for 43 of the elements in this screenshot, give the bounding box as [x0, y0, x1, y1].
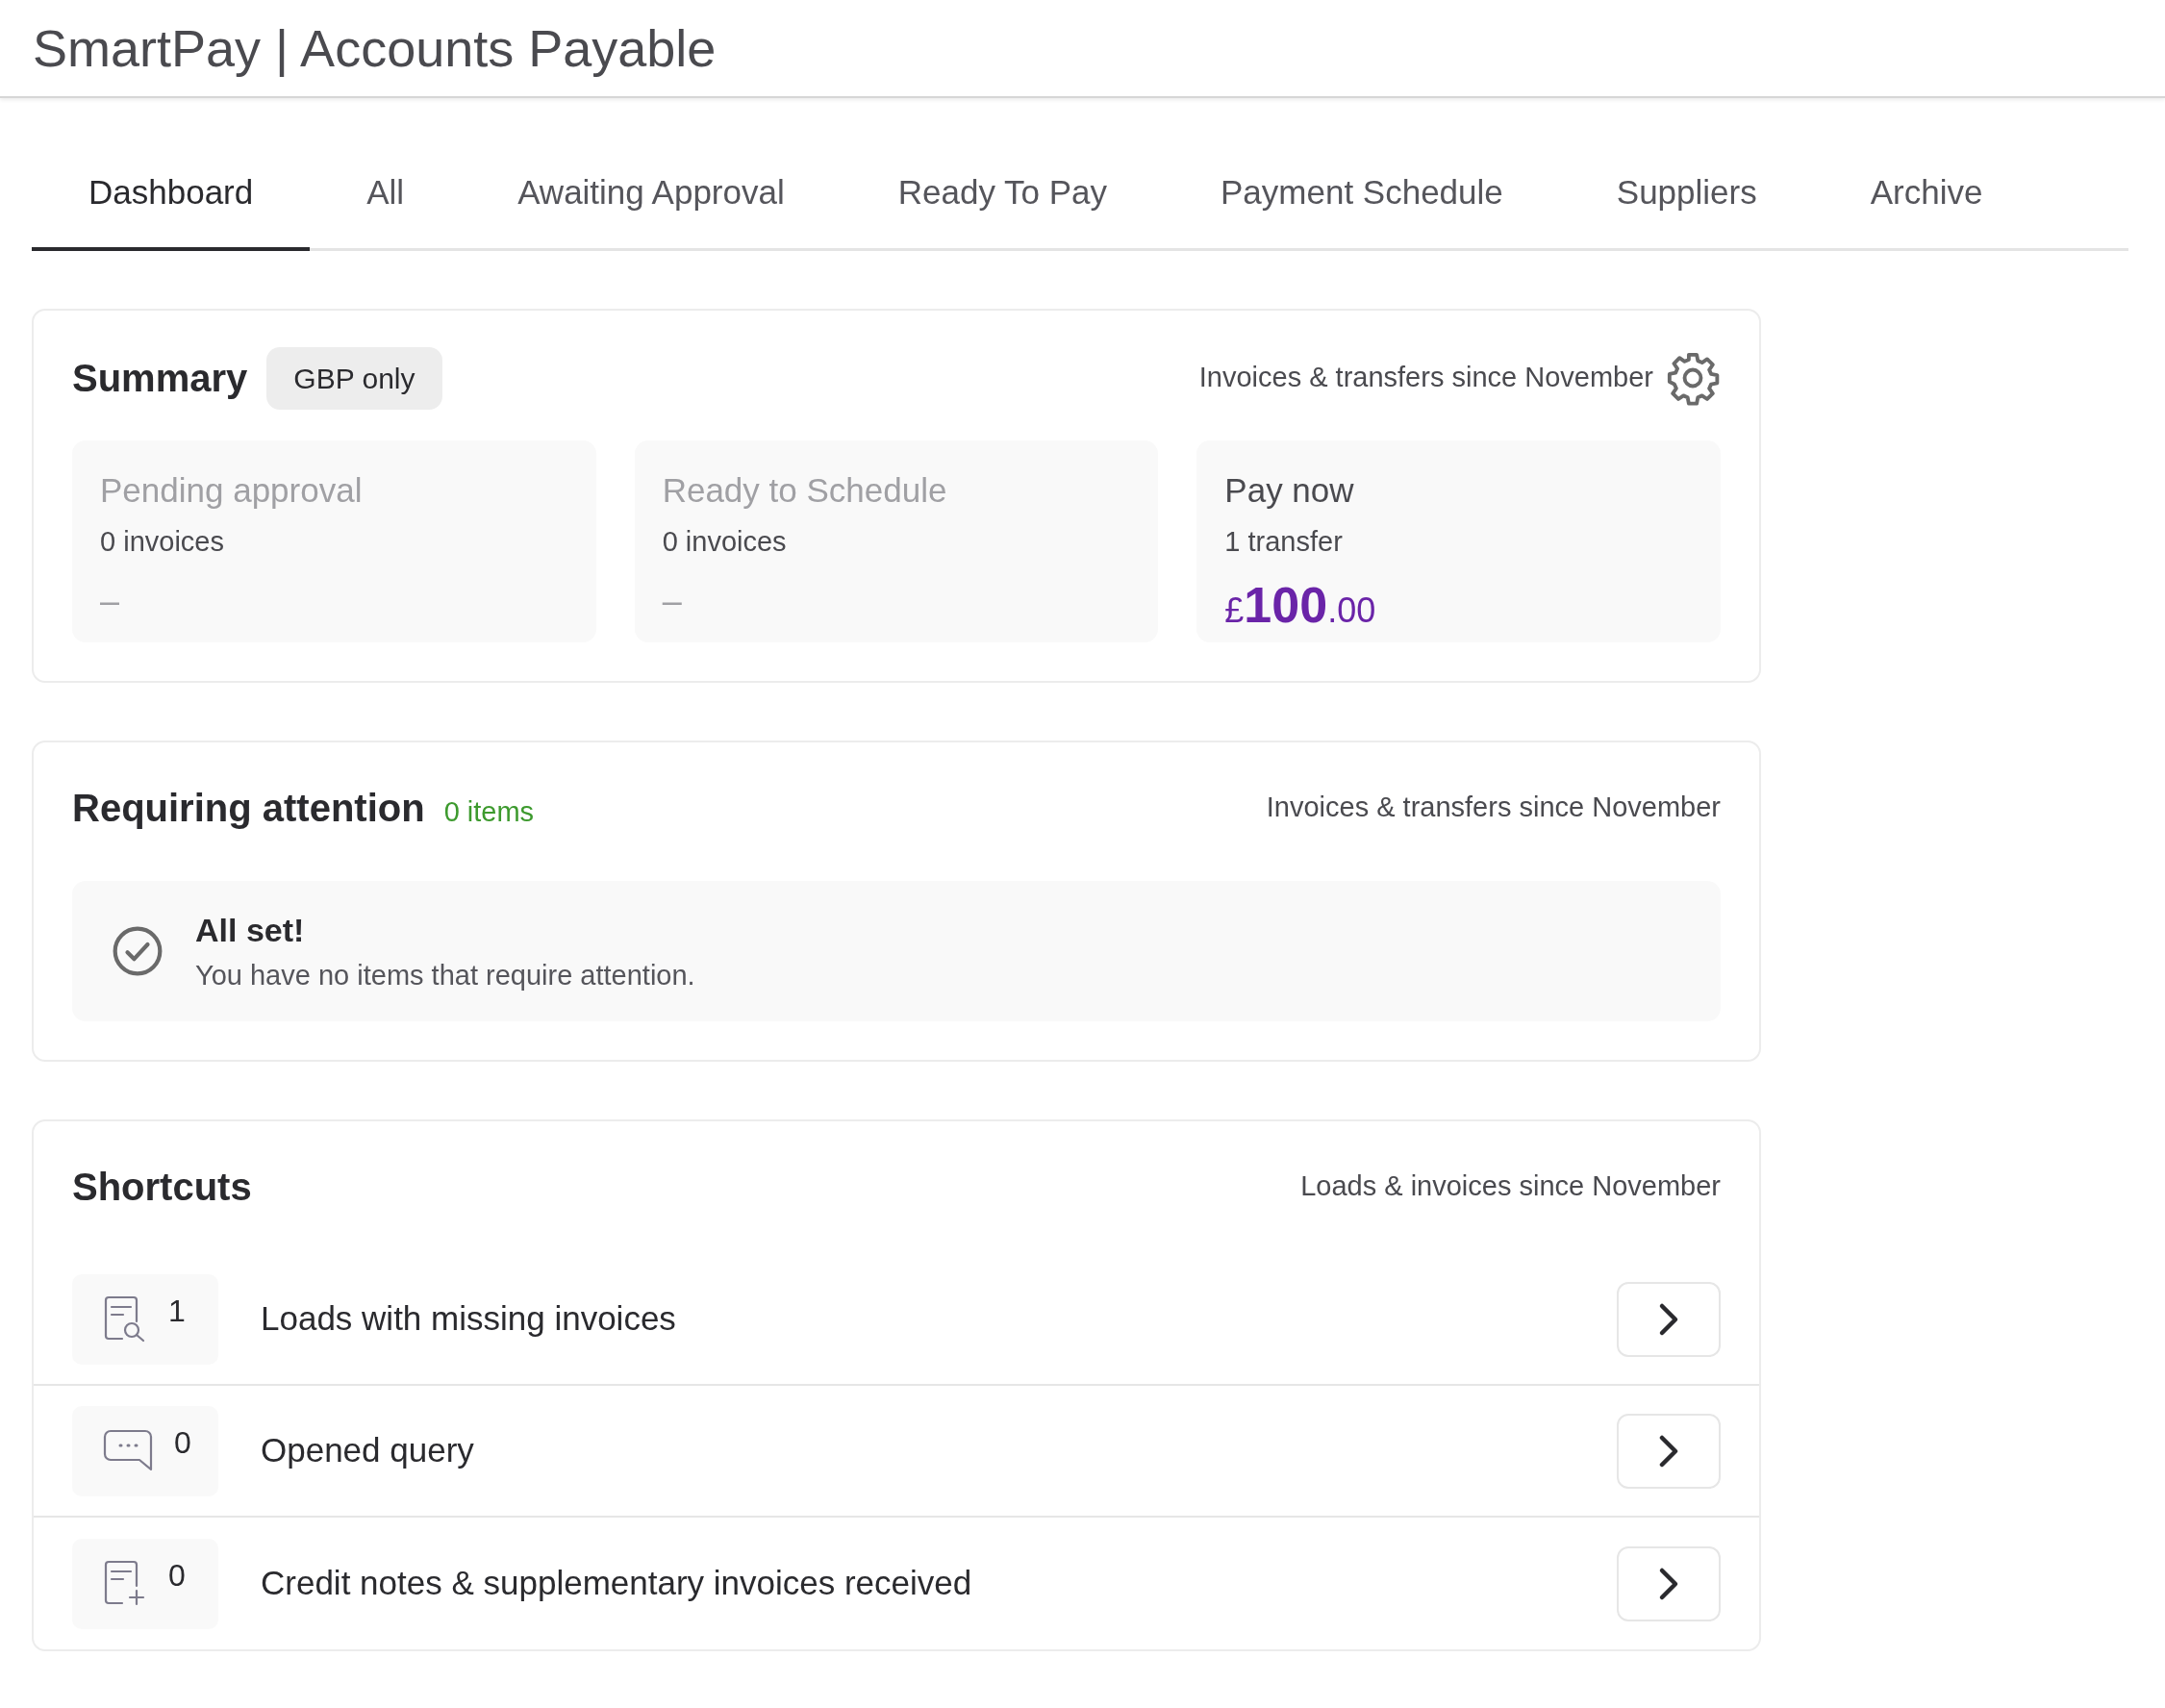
tile-title: Pending approval: [100, 469, 364, 511]
shortcuts-heading: Shortcuts: [72, 1165, 252, 1210]
chevron-right-icon: [1658, 1566, 1679, 1601]
summary-tile[interactable]: Pending approval 0 invoices –: [72, 440, 596, 642]
shortcut-count: 0: [168, 1556, 186, 1595]
date-range-note: Invoices & transfers since November: [1266, 790, 1721, 824]
summary-tile[interactable]: Ready to Schedule 0 invoices –: [634, 440, 1159, 642]
status-message: You have no items that require attention.: [195, 958, 695, 992]
tile-count: 1 transfer: [1224, 525, 1344, 559]
date-range-note: Invoices & transfers since November: [1198, 361, 1653, 395]
tile-title: Pay now: [1224, 469, 1355, 511]
tile-count: 0 invoices: [100, 525, 225, 559]
nav-tab[interactable]: All: [310, 158, 462, 251]
nav-tab[interactable]: Payment Schedule: [1164, 158, 1560, 251]
app-title: SmartPay | Accounts Payable: [33, 17, 717, 79]
summary-tile[interactable]: Pay now 1 transfer £100.00: [1196, 440, 1721, 642]
shortcut-count: 1: [168, 1292, 186, 1330]
summary-heading: Summary: [72, 356, 248, 401]
chevron-right-icon: [1658, 1301, 1679, 1337]
shortcut-label[interactable]: Opened query: [261, 1425, 1617, 1476]
item-count: 0 items: [443, 794, 535, 829]
nav-tab[interactable]: Ready To Pay: [841, 158, 1164, 251]
empty-dash: –: [100, 579, 120, 622]
status-title: All set!: [195, 910, 306, 950]
currency-badge: GBP only: [266, 346, 442, 410]
chevron-button[interactable]: [1617, 1413, 1721, 1489]
nav-tab[interactable]: Archive: [1813, 158, 2040, 251]
tile-title: Ready to Schedule: [662, 469, 948, 511]
chevron-button[interactable]: [1617, 1281, 1721, 1357]
shortcut-label[interactable]: Loads with missing invoices: [261, 1294, 1617, 1344]
nav-tab[interactable]: Suppliers: [1559, 158, 1814, 251]
settings-icon[interactable]: [1665, 350, 1721, 406]
shortcut-label[interactable]: Credit notes & supplementary invoices received: [261, 1558, 1617, 1609]
nav-tab[interactable]: Dashboard: [32, 158, 311, 251]
attention-heading: Requiring attention: [72, 785, 425, 831]
tile-count: 0 invoices: [662, 525, 788, 559]
shortcut-count: 0: [174, 1423, 191, 1462]
empty-dash: –: [662, 579, 682, 622]
tile-amount: £100.00: [1224, 575, 1377, 635]
chevron-button[interactable]: [1617, 1545, 1721, 1621]
date-range-note: Loads & invoices since November: [1300, 1169, 1721, 1204]
chevron-right-icon: [1658, 1433, 1679, 1469]
nav-tab[interactable]: Awaiting Approval: [461, 158, 842, 251]
